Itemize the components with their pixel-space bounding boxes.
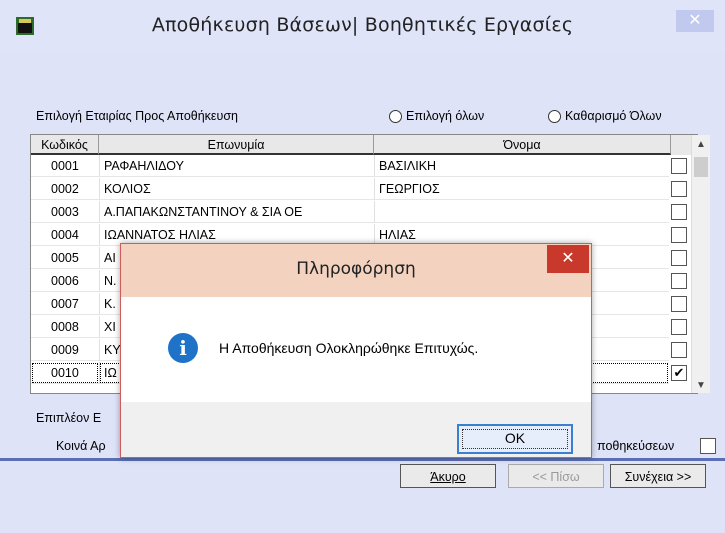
common-label: Κοινά Αρ — [56, 439, 106, 453]
table-row[interactable]: 0003 Α.ΠΑΠΑΚΩΝΣΤΑΝΤΙΝΟΥ & ΣΙΑ ΟΕ — [31, 201, 697, 223]
checkbox[interactable] — [671, 296, 687, 312]
dialog-message: Η Αποθήκευση Ολοκληρώθηκε Επιτυχώς. — [219, 340, 479, 356]
column-header-name[interactable]: Επωνυμία — [99, 135, 374, 155]
cell-code[interactable]: 0007 — [31, 293, 99, 315]
cell-first-name[interactable]: ΓΕΩΡΓΙΟΣ — [374, 178, 669, 200]
radio-circle-icon — [389, 109, 402, 123]
title-bar: Αποθήκευση Βάσεων| Βοηθητικές Εργασίες ✕ — [0, 0, 725, 53]
scroll-up-icon[interactable]: ▲ — [692, 135, 710, 155]
cell-name[interactable]: ΚΟΛΙΟΣ — [99, 178, 374, 200]
cancel-button[interactable]: Άκυρο — [400, 464, 496, 488]
focus-rect — [462, 429, 568, 449]
checkbox[interactable] — [671, 204, 687, 220]
info-dialog: Πληροφόρηση ✕ i Η Αποθήκευση Ολοκληρώθηκ… — [120, 243, 592, 458]
dialog-body: i Η Αποθήκευση Ολοκληρώθηκε Επιτυχώς. — [121, 297, 591, 402]
storage-option-label: ποθηκεύσεων — [597, 439, 675, 453]
cancel-button-label: Άκυρο — [430, 470, 466, 484]
select-all-label: Επιλογή όλων — [406, 109, 485, 123]
checkbox[interactable] — [671, 342, 687, 358]
clear-all-radio[interactable]: Καθαρισμό Όλων — [548, 106, 662, 126]
window-title: Αποθήκευση Βάσεων| Βοηθητικές Εργασίες — [151, 14, 574, 36]
back-button-label: << Πίσω — [532, 470, 580, 484]
company-selection-label: Επιλογή Εταιρίας Προς Αποθήκευση — [36, 109, 239, 123]
cell-code[interactable]: 0009 — [31, 339, 99, 361]
checkbox-checked[interactable]: ✔ — [671, 365, 687, 381]
info-icon: i — [168, 333, 198, 363]
cell-code[interactable]: 0005 — [31, 247, 99, 269]
cell-code[interactable]: 0001 — [31, 155, 99, 177]
dialog-title-bar: Πληροφόρηση ✕ — [121, 244, 591, 297]
grid-header: Κωδικός Επωνυμία Όνομα — [31, 135, 697, 155]
cell-code[interactable]: 0004 — [31, 224, 99, 246]
dialog-footer: OK — [121, 402, 591, 457]
vertical-scrollbar[interactable]: ▲ ▼ — [691, 135, 710, 393]
back-button[interactable]: << Πίσω — [508, 464, 604, 488]
checkbox[interactable] — [671, 227, 687, 243]
cell-first-name[interactable]: ΒΑΣΙΛΙΚΗ — [374, 155, 669, 177]
checkbox[interactable] — [671, 319, 687, 335]
storage-option-checkbox[interactable] — [700, 438, 716, 454]
scroll-down-icon[interactable]: ▼ — [692, 379, 710, 393]
next-button-label: Συνέχεια >> — [624, 470, 692, 484]
column-header-first-name[interactable]: Όνομα — [374, 135, 671, 155]
checkbox[interactable] — [671, 273, 687, 289]
dialog-close-button[interactable]: ✕ — [547, 245, 589, 273]
cell-code[interactable]: 0008 — [31, 316, 99, 338]
checkbox[interactable] — [671, 181, 687, 197]
ok-button[interactable]: OK — [457, 424, 573, 454]
cell-code[interactable]: 0006 — [31, 270, 99, 292]
table-row[interactable]: 0001 ΡΑΦΑΗΛΙΔΟΥ ΒΑΣΙΛΙΚΗ — [31, 155, 697, 177]
table-row[interactable]: 0002 ΚΟΛΙΟΣ ΓΕΩΡΓΙΟΣ — [31, 178, 697, 200]
checkbox[interactable] — [671, 158, 687, 174]
cell-name[interactable]: Α.ΠΑΠΑΚΩΝΣΤΑΝΤΙΝΟΥ & ΣΙΑ ΟΕ — [99, 201, 374, 223]
window-close-button[interactable]: ✕ — [676, 10, 714, 32]
select-all-radio[interactable]: Επιλογή όλων — [389, 106, 484, 126]
next-button[interactable]: Συνέχεια >> — [610, 464, 706, 488]
cell-first-name[interactable] — [374, 201, 669, 223]
separator — [0, 458, 725, 461]
dialog-title: Πληροφόρηση — [296, 259, 416, 279]
more-options-label: Επιπλέον Ε — [36, 411, 102, 425]
cell-code[interactable]: 0010 — [31, 362, 99, 384]
clear-all-label: Καθαρισμό Όλων — [565, 109, 662, 123]
checkbox[interactable] — [671, 250, 687, 266]
cell-name[interactable]: ΡΑΦΑΗΛΙΔΟΥ — [99, 155, 374, 177]
main-window: Αποθήκευση Βάσεων| Βοηθητικές Εργασίες ✕… — [0, 0, 725, 533]
scroll-thumb[interactable] — [694, 157, 708, 177]
cell-code[interactable]: 0002 — [31, 178, 99, 200]
cell-code[interactable]: 0003 — [31, 201, 99, 223]
radio-circle-icon — [548, 109, 561, 123]
column-header-code[interactable]: Κωδικός — [31, 135, 99, 155]
